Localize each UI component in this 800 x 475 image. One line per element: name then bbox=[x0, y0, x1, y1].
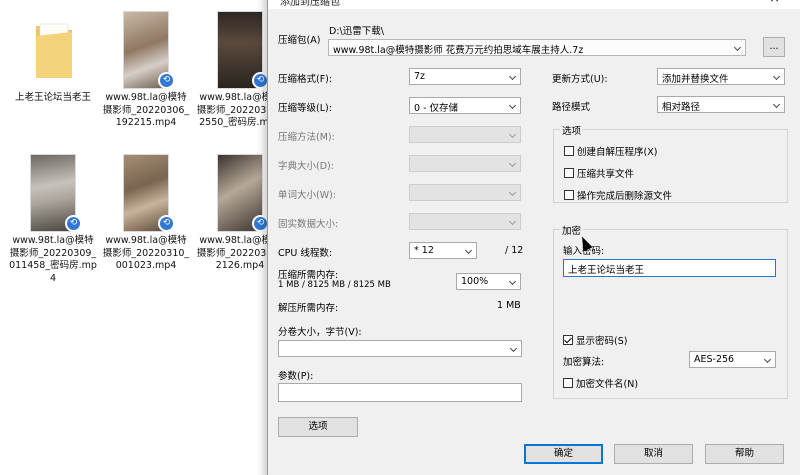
dialog-titlebar: 添加到压缩包 × bbox=[268, 0, 800, 9]
archive-path: D:\迅雷下载\ bbox=[329, 26, 384, 37]
file-caption: www.98t.la@模特摄影师_20220309_011458_密码房.mp4 bbox=[9, 235, 97, 284]
format-value: 7z bbox=[414, 71, 426, 82]
encryption-method-value: AES-256 bbox=[694, 354, 735, 365]
compress-memory-value: 1 MB / 8125 MB / 8125 MB bbox=[278, 280, 391, 290]
chevron-down-icon bbox=[508, 277, 517, 286]
show-password-checkbox[interactable]: 显示密码(S) bbox=[563, 333, 627, 347]
solid-block-select bbox=[409, 213, 521, 230]
close-icon[interactable]: × bbox=[769, 0, 780, 6]
chevron-down-icon bbox=[733, 43, 742, 52]
archive-name-value: www.98t.la@模特摄影师 花费万元约拍思域车展主持人.7z bbox=[333, 45, 584, 56]
chevron-down-icon bbox=[464, 246, 473, 255]
video-thumbnail: ⟲ bbox=[218, 155, 269, 232]
compress-shared-label: 压缩共享文件 bbox=[577, 169, 635, 180]
password-value: 上老王论坛当老王 bbox=[568, 265, 645, 276]
show-password-label: 显示密码(S) bbox=[576, 336, 628, 347]
format-select[interactable]: 7z bbox=[409, 68, 521, 85]
dialog-title: 添加到压缩包 bbox=[280, 0, 340, 8]
split-size-label: 分卷大小，字节(V): bbox=[278, 327, 362, 338]
cpu-threads-value: * 12 bbox=[414, 245, 434, 256]
dictionary-label: 字典大小(D): bbox=[278, 161, 334, 172]
file-caption: 上老王论坛当老王 bbox=[14, 92, 91, 103]
chevron-down-icon bbox=[509, 344, 518, 353]
desktop-video-file[interactable]: ⟲ www.98t.la@模特摄影师_20220309_011458_密码房.m… bbox=[8, 155, 98, 285]
dictionary-select bbox=[409, 155, 521, 172]
add-to-archive-dialog: 添加到压缩包 × 压缩包(A) D:\迅雷下载\ www.98t.la@模特摄影… bbox=[267, 0, 800, 475]
create-sfx-label: 创建自解压程序(X) bbox=[577, 147, 658, 158]
file-caption: www.98t.la@模特摄影师_20220310_001023.mp4 bbox=[102, 235, 190, 271]
archive-name-combo[interactable]: www.98t.la@模特摄影师 花费万元约拍思域车展主持人.7z bbox=[328, 39, 746, 56]
ok-button[interactable]: 确定 bbox=[524, 444, 603, 464]
desktop-video-file[interactable]: ⟲ www.98t.la@模特摄影师_20220306_192215.mp4 bbox=[101, 12, 191, 130]
chevron-down-icon bbox=[508, 101, 517, 110]
browse-button[interactable]: ... bbox=[763, 37, 785, 57]
word-size-label: 单词大小(W): bbox=[278, 190, 337, 201]
video-thumbnail: ⟲ bbox=[218, 12, 269, 89]
encrypt-names-label: 加密文件名(N) bbox=[576, 379, 639, 390]
chevron-down-icon bbox=[508, 159, 517, 168]
cancel-button[interactable]: 取消 bbox=[614, 444, 693, 464]
chevron-down-icon bbox=[508, 72, 517, 81]
parameters-input[interactable] bbox=[278, 383, 522, 402]
password-input[interactable]: 上老王论坛当老王 bbox=[563, 259, 776, 277]
word-size-select bbox=[409, 184, 521, 201]
solid-block-label: 固实数据大小: bbox=[278, 219, 339, 230]
checkbox-box bbox=[564, 146, 574, 156]
encryption-group-title: 加密 bbox=[560, 223, 584, 237]
chevron-down-icon bbox=[772, 72, 781, 81]
path-mode-value: 相对路径 bbox=[662, 102, 701, 113]
level-label: 压缩等级(L): bbox=[278, 103, 332, 114]
desktop-folder[interactable]: 上老王论坛当老王 bbox=[8, 12, 98, 105]
chevron-down-icon bbox=[508, 130, 517, 139]
checkbox-box bbox=[563, 335, 573, 345]
delete-after-label: 操作完成后删除源文件 bbox=[577, 191, 673, 202]
level-select[interactable]: 0 - 仅存储 bbox=[409, 97, 521, 114]
memory-percent-select[interactable]: 100% bbox=[456, 273, 521, 290]
cpu-threads-select[interactable]: * 12 bbox=[409, 242, 477, 259]
sync-icon: ⟲ bbox=[158, 215, 175, 232]
sync-icon: ⟲ bbox=[158, 72, 175, 89]
chevron-down-icon bbox=[763, 355, 772, 364]
folder-icon bbox=[30, 12, 76, 88]
split-size-combo[interactable] bbox=[278, 340, 522, 357]
checkbox-box bbox=[563, 378, 573, 388]
options-group-title: 选项 bbox=[560, 123, 584, 137]
archive-label: 压缩包(A) bbox=[278, 35, 321, 46]
sync-icon: ⟲ bbox=[65, 215, 82, 232]
update-mode-select[interactable]: 添加并替换文件 bbox=[657, 68, 785, 85]
memory-percent-value: 100% bbox=[461, 276, 489, 287]
options-button[interactable]: 选项 bbox=[278, 417, 358, 437]
checkbox-box bbox=[564, 190, 574, 200]
level-value: 0 - 仅存储 bbox=[414, 103, 459, 114]
update-mode-label: 更新方式(U): bbox=[552, 74, 608, 85]
encryption-method-label: 加密算法: bbox=[563, 357, 605, 368]
help-button[interactable]: 帮助 bbox=[705, 444, 784, 464]
encryption-method-select[interactable]: AES-256 bbox=[689, 351, 776, 368]
delete-after-checkbox[interactable]: 操作完成后删除源文件 bbox=[564, 188, 672, 202]
file-caption: www.98t.la@模特摄影师_20220306_192215.mp4 bbox=[102, 92, 190, 128]
cpu-threads-max: / 12 bbox=[505, 245, 524, 256]
video-thumbnail: ⟲ bbox=[31, 155, 82, 232]
chevron-down-icon bbox=[508, 217, 517, 226]
path-mode-label: 路径模式 bbox=[552, 102, 591, 113]
compress-shared-checkbox[interactable]: 压缩共享文件 bbox=[564, 166, 634, 180]
parameters-label: 参数(P): bbox=[278, 371, 314, 382]
checkbox-box bbox=[564, 168, 574, 178]
encrypt-names-checkbox[interactable]: 加密文件名(N) bbox=[563, 376, 638, 390]
decompress-memory-value: 1 MB bbox=[497, 300, 521, 311]
chevron-down-icon bbox=[772, 100, 781, 109]
video-thumbnail: ⟲ bbox=[124, 12, 175, 89]
update-mode-value: 添加并替换文件 bbox=[662, 74, 729, 85]
create-sfx-checkbox[interactable]: 创建自解压程序(X) bbox=[564, 144, 657, 158]
decompress-memory-label: 解压所需内存: bbox=[278, 303, 339, 314]
cpu-threads-label: CPU 线程数: bbox=[278, 248, 333, 259]
video-thumbnail: ⟲ bbox=[124, 155, 175, 232]
desktop-video-file[interactable]: ⟲ www.98t.la@模特摄影师_20220310_001023.mp4 bbox=[101, 155, 191, 273]
method-label: 压缩方法(M): bbox=[278, 132, 335, 143]
chevron-down-icon bbox=[508, 188, 517, 197]
path-mode-select[interactable]: 相对路径 bbox=[657, 96, 785, 113]
compress-memory-label: 压缩所需内存: bbox=[278, 270, 339, 281]
method-select bbox=[409, 126, 521, 143]
format-label: 压缩格式(F): bbox=[278, 74, 333, 85]
